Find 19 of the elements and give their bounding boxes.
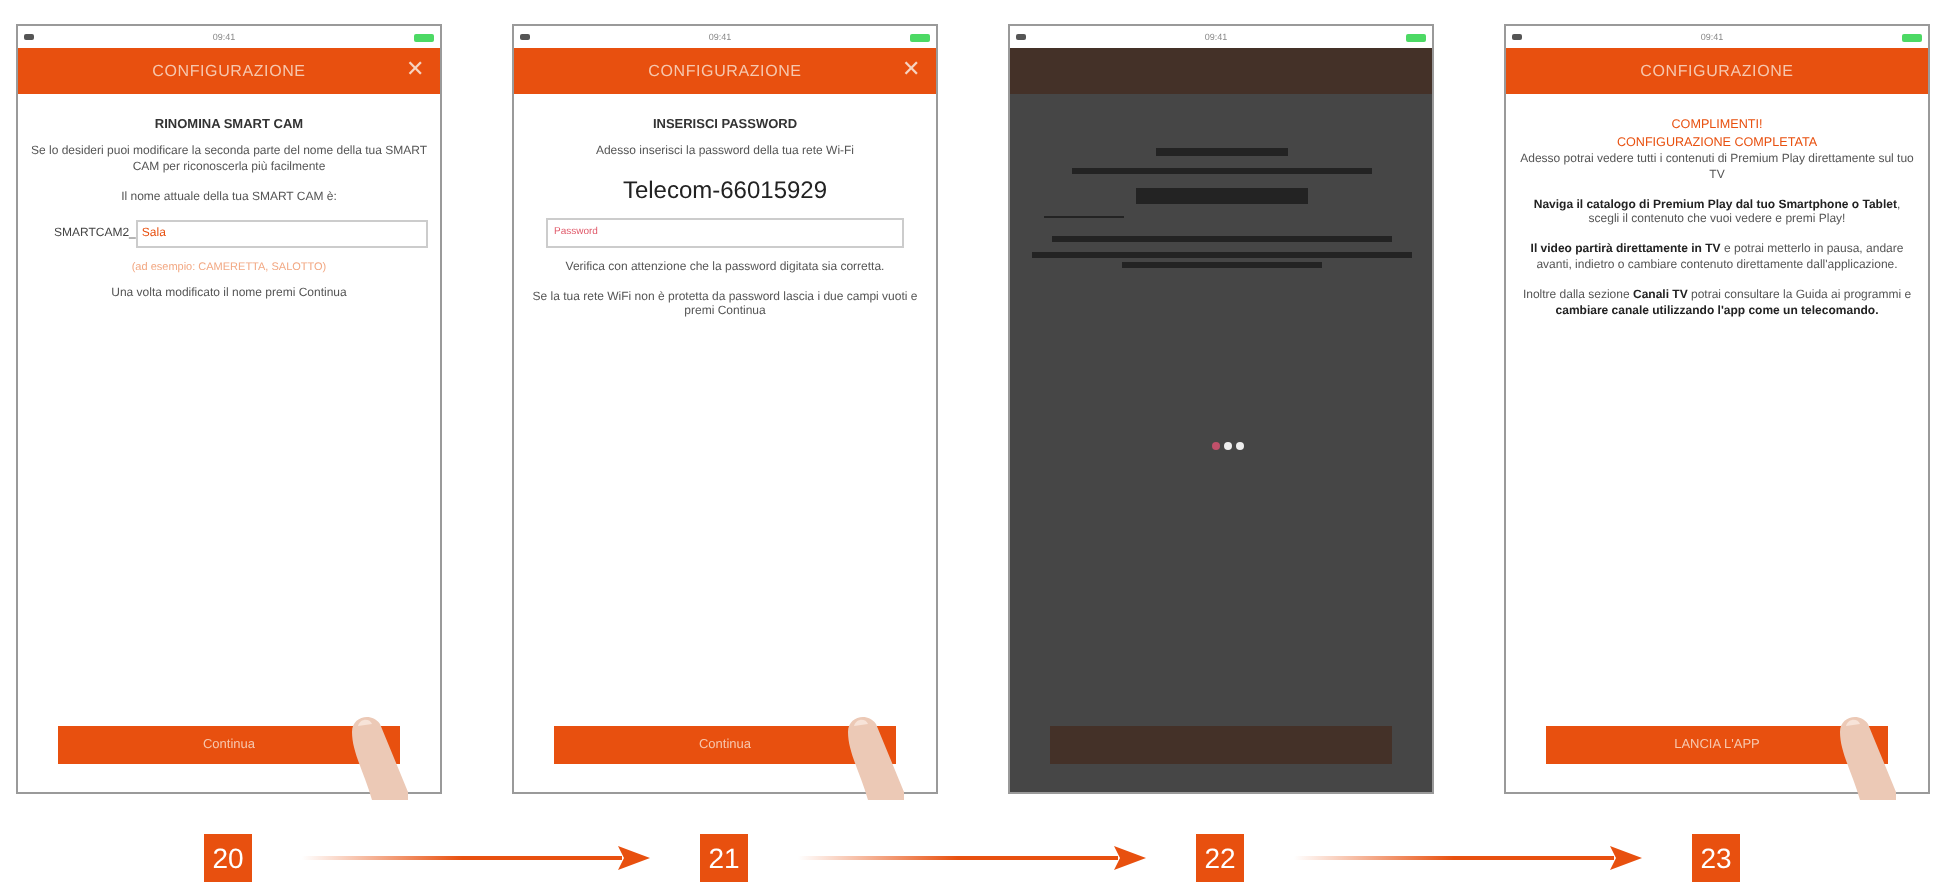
- battery-icon: [909, 33, 930, 41]
- close-button[interactable]: ✕: [406, 56, 424, 84]
- signal-icon: [24, 34, 34, 40]
- loading-dots-icon: [1210, 440, 1246, 452]
- signal-icon: [1512, 34, 1522, 40]
- header-title: CONFIGURAZIONE: [152, 62, 306, 80]
- close-button[interactable]: ✕: [902, 56, 920, 84]
- signal-icon: [1016, 34, 1026, 40]
- step-number: 21: [700, 834, 748, 882]
- header-title: CONFIGURAZIONE: [1640, 62, 1794, 80]
- step-number: 20: [204, 834, 252, 882]
- battery-icon: [1405, 33, 1426, 41]
- step-number: 23: [1692, 834, 1740, 882]
- header-title: CONFIGURAZIONE: [648, 62, 802, 80]
- signal-icon: [520, 34, 530, 40]
- battery-icon: [413, 33, 434, 41]
- battery-icon: [1901, 33, 1922, 41]
- step-number: 22: [1196, 834, 1244, 882]
- network-name: Telecom-66015929: [622, 175, 828, 204]
